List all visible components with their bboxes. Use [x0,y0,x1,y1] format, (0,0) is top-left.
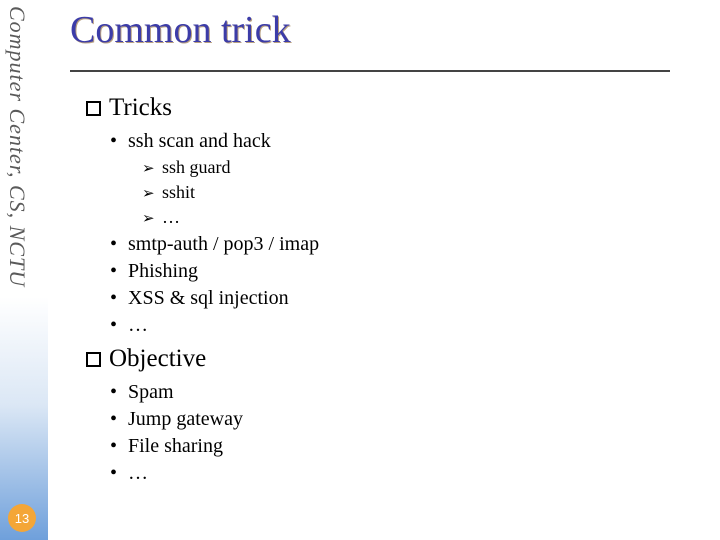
section-heading-tricks: Tricks [86,94,690,122]
sub-list-item-label: ssh guard [162,157,231,177]
tricks-list: ssh scan and hack ssh guard sshit … smtp… [128,128,690,339]
sidebar: Computer Center, CS, NCTU 13 [0,0,48,540]
checkbox-icon [86,352,101,367]
sub-list-item: … [162,205,690,230]
list-item-label: File sharing [128,435,223,457]
section-heading-objective: Objective [86,345,690,373]
page-number-badge: 13 [8,504,36,532]
list-item: File sharing [128,433,690,460]
list-item-label: ssh scan and hack [128,130,271,152]
list-item: Phishing [128,258,690,285]
section-heading-label: Objective [109,345,206,372]
list-item: ssh scan and hack [128,128,690,155]
title-divider [70,70,670,72]
slide-content: Common trick Tricks ssh scan and hack ss… [60,0,700,487]
list-item: smtp-auth / pop3 / imap [128,231,690,258]
institution-label: Computer Center, CS, NCTU [4,6,30,287]
list-item-label: Phishing [128,260,198,282]
list-item-label: … [128,314,148,336]
section-heading-label: Tricks [109,94,172,121]
list-item: Jump gateway [128,406,690,433]
sub-list-item: ssh guard [162,155,690,180]
list-item: … [128,312,690,339]
sub-list-item: sshit [162,180,690,205]
checkbox-icon [86,101,101,116]
list-item-label: Jump gateway [128,408,243,430]
list-item: Spam [128,379,690,406]
sub-list-item-label: … [162,207,180,227]
list-item: … [128,460,690,487]
list-item-label: … [128,462,148,484]
list-item-label: smtp-auth / pop3 / imap [128,233,319,255]
sub-list-item-label: sshit [162,182,195,202]
list-item-label: Spam [128,381,174,403]
objective-list: Spam Jump gateway File sharing … [128,379,690,487]
sub-list: ssh guard sshit … [162,155,690,231]
page-title: Common trick [70,8,690,52]
list-item: XSS & sql injection [128,285,690,312]
list-item-label: XSS & sql injection [128,287,289,309]
